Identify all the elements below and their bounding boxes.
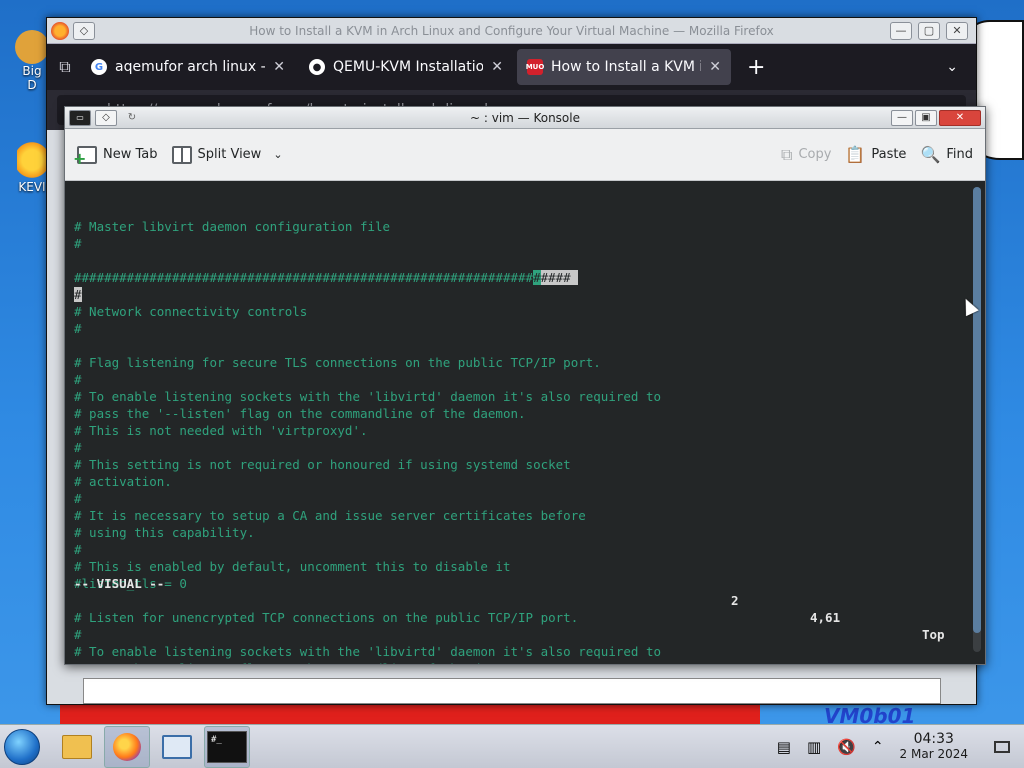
terminal-line: # (74, 321, 82, 336)
terminal-line: ########################################… (74, 270, 579, 285)
start-button[interactable] (4, 728, 40, 765)
tab-google[interactable]: G aqemufor arch linux - Go ✕ (81, 49, 295, 85)
split-view-icon (171, 145, 192, 164)
tab-makeuseof[interactable]: MUO How to Install a KVM in A ✕ (517, 49, 731, 85)
copy-icon: ⧉ (781, 144, 793, 164)
visual-selection: #### (540, 270, 579, 285)
terminal-line: # This setting is not required or honour… (74, 457, 571, 472)
scrollbar-thumb[interactable] (973, 187, 981, 634)
konsole-window: ▭ ◇ ↻ ~ : vim — Konsole — ▣ ✕ + New Tab … (64, 106, 986, 665)
list-tabs-icon[interactable]: ⌄ (946, 59, 970, 75)
file-manager-icon[interactable] (54, 726, 100, 768)
new-tab-icon: + (73, 145, 97, 168)
vim-mode: -- VISUAL -- (74, 576, 165, 591)
pin-icon[interactable]: ◇ (95, 109, 117, 126)
find-button[interactable]: 🔍 Find (920, 145, 973, 164)
terminal-line: # pass the '--listen' flag on the comman… (74, 660, 971, 664)
konsole-icon[interactable]: #_ (204, 725, 250, 768)
split-view-button[interactable]: Split View ⌄ (171, 145, 283, 164)
vim-cursor-position: 4,61 (810, 610, 841, 625)
vim-selection-count: 2 (731, 593, 739, 608)
close-tab-icon[interactable]: ✕ (273, 59, 285, 75)
desktop-icon-kevi[interactable]: KEVI (14, 140, 50, 194)
tab-strip: ⧉ G aqemufor arch linux - Go ✕ ● QEMU-KV… (47, 44, 976, 90)
konsole-titlebar[interactable]: ▭ ◇ ↻ ~ : vim — Konsole — ▣ ✕ (65, 107, 985, 129)
clock[interactable]: 04:33 2 Mar 2024 (900, 731, 968, 762)
google-icon: G (91, 59, 107, 75)
terminal-output[interactable]: # Master libvirt daemon configuration fi… (65, 182, 971, 664)
terminal-line: # Master libvirt daemon configuration fi… (74, 219, 391, 234)
maximize-button[interactable]: ▣ (915, 109, 937, 126)
terminal-line: # Flag listening for secure TLS connecti… (74, 355, 601, 370)
volume-muted-icon[interactable]: 🔇 (837, 738, 856, 756)
vim-scroll-position: Top (922, 627, 945, 642)
window-title: How to Install a KVM in Arch Linux and C… (249, 23, 774, 38)
desktop-icon-label: KEVI (18, 180, 46, 194)
firefox-titlebar[interactable]: ◇ How to Install a KVM in Arch Linux and… (47, 18, 976, 44)
firefox-icon[interactable] (104, 725, 150, 768)
vim-cursor: # (533, 270, 541, 285)
minimize-button[interactable]: — (890, 21, 912, 40)
sun-icon (17, 140, 47, 180)
close-tab-icon[interactable]: ✕ (491, 59, 503, 75)
tab-github[interactable]: ● QEMU-KVM Installation fo ✕ (299, 49, 513, 85)
maximize-button[interactable]: ▢ (918, 21, 940, 40)
terminal-line: # (74, 542, 82, 557)
paste-icon: 📋 (845, 145, 866, 164)
paste-button[interactable]: 📋 Paste (845, 145, 906, 164)
folder-icon (15, 30, 49, 64)
close-button[interactable]: ✕ (946, 21, 968, 40)
tab-overview-icon[interactable]: ⧉ (53, 55, 77, 79)
visual-selection: # (74, 287, 82, 302)
terminal-line: # To enable listening sockets with the '… (74, 389, 661, 404)
github-icon: ● (309, 59, 325, 75)
new-tab-button[interactable]: + New Tab (73, 145, 158, 168)
taskbar: #_ ▤ ▥ 🔇 ⌃ 04:33 2 Mar 2024 (0, 724, 1024, 768)
terminal-line: # (74, 286, 971, 303)
copy-button[interactable]: ⧉ Copy (781, 145, 831, 165)
vim-statusline: -- VISUAL -- 2 4,61 Top (74, 558, 971, 660)
close-tab-icon[interactable]: ✕ (709, 59, 721, 75)
window-title: ~ : vim — Konsole (469, 110, 580, 125)
terminal-line: # (74, 440, 82, 455)
new-tab-button[interactable]: + (735, 55, 777, 80)
konsole-toolbar: + New Tab Split View ⌄ ⧉ Copy 📋 Paste 🔍 … (65, 129, 985, 181)
terminal-line: # (74, 236, 82, 251)
konsole-app-icon[interactable]: ▭ (69, 109, 91, 126)
makeuseof-icon: MUO (526, 59, 544, 75)
terminal-line: # It is necessary to setup a CA and issu… (74, 508, 586, 523)
close-button[interactable]: ✕ (939, 109, 981, 126)
notes-icon[interactable]: ▥ (807, 738, 821, 756)
terminal-line: # pass the '--listen' flag on the comman… (74, 406, 526, 421)
control-panel-icon[interactable] (154, 726, 200, 768)
terminal-line: # (74, 372, 82, 387)
terminal-line: # Network connectivity controls (74, 304, 308, 319)
terminal-line: # (74, 491, 82, 506)
chevron-up-icon[interactable]: ⌃ (872, 739, 884, 755)
terminal-scrollbar[interactable] (973, 187, 981, 652)
pin-icon[interactable]: ◇ (73, 21, 95, 40)
clipboard-icon[interactable]: ▤ (777, 738, 791, 756)
firefox-logo-icon[interactable] (51, 21, 69, 40)
show-desktop-icon[interactable] (994, 740, 1010, 753)
terminal-line: # using this capability. (74, 525, 255, 540)
page-input[interactable] (83, 678, 941, 704)
search-icon: 🔍 (920, 145, 941, 164)
keep-above-icon[interactable]: ↻ (121, 110, 143, 126)
system-tray: ▤ ▥ 🔇 ⌃ 04:33 2 Mar 2024 (777, 731, 1024, 762)
terminal-line: # This is not needed with 'virtproxyd'. (74, 423, 368, 438)
chevron-down-icon[interactable]: ⌄ (273, 148, 282, 161)
terminal-line: # activation. (74, 474, 172, 489)
minimize-button[interactable]: — (891, 109, 913, 126)
